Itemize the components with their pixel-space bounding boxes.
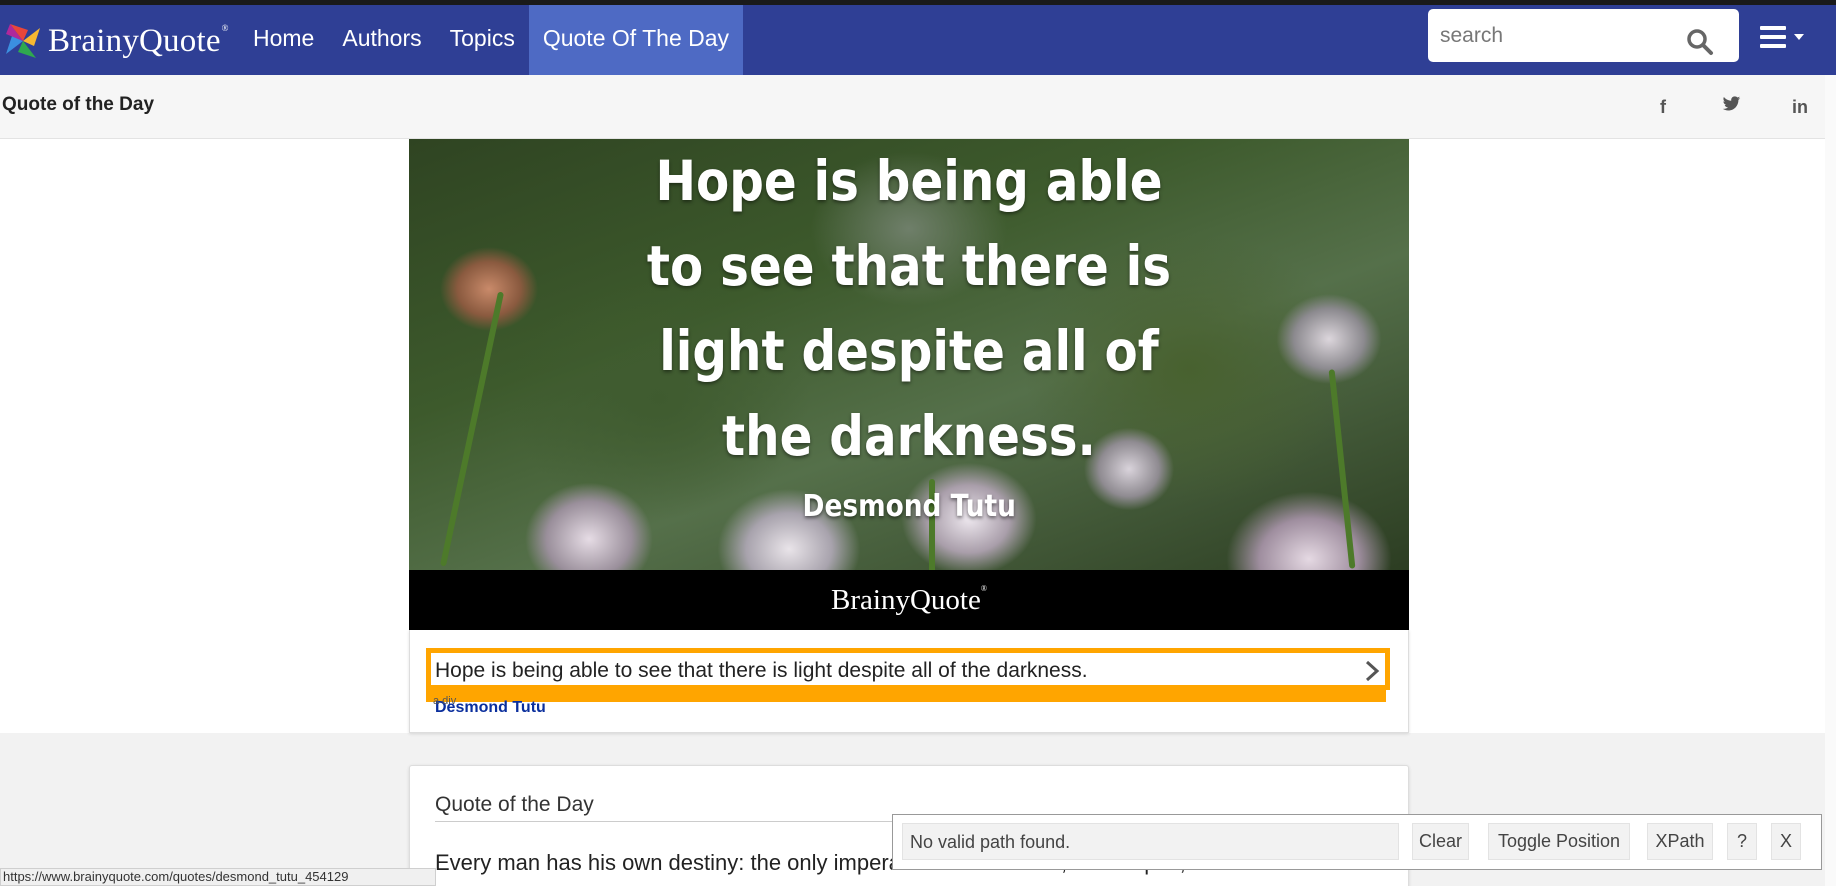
caret-down-icon [1794, 34, 1804, 40]
status-bar-url: https://www.brainyquote.com/quotes/desmo… [0, 868, 436, 886]
nav-quote-of-the-day[interactable]: Quote Of The Day [528, 5, 744, 75]
chevron-right-icon[interactable] [1363, 659, 1381, 683]
xpath-result-field[interactable]: No valid path found. [902, 823, 1399, 860]
page-title: Quote of the Day [2, 94, 155, 115]
toggle-position-button[interactable]: Toggle Position [1488, 823, 1630, 860]
logo-text: BrainyQuote® [48, 22, 229, 59]
nav-topics[interactable]: Topics [436, 5, 529, 75]
sub-header: Quote of the Day f in [0, 75, 1825, 139]
image-brand-strip: BrainyQuote® [409, 570, 1409, 630]
search-input[interactable] [1440, 9, 1680, 62]
close-button[interactable]: X [1771, 823, 1801, 860]
scrollbar[interactable] [1825, 75, 1836, 886]
xpath-button[interactable]: XPath [1647, 823, 1713, 860]
linkedin-icon[interactable]: in [1792, 97, 1808, 118]
logo-pinwheel-icon [2, 20, 44, 62]
help-button[interactable]: ? [1727, 823, 1757, 860]
menu-button[interactable] [1760, 22, 1810, 52]
image-quote-text: Hope is being able to see that there is … [646, 149, 1172, 468]
twitter-icon[interactable] [1722, 96, 1741, 117]
clear-button[interactable]: Clear [1412, 823, 1469, 860]
search-icon[interactable] [1686, 28, 1714, 56]
element-highlight-band [426, 690, 1386, 702]
image-quote-author: Desmond Tutu [802, 489, 1016, 524]
nav-home[interactable]: Home [239, 5, 328, 75]
quote-text-link[interactable]: Hope is being able to see that there is … [435, 659, 1088, 683]
quote-image[interactable]: Hope is being able to see that there is … [409, 139, 1409, 570]
hamburger-menu-icon [1760, 26, 1786, 48]
nav-authors[interactable]: Authors [328, 5, 435, 75]
brainyquote-logo[interactable]: BrainyQuote® [2, 19, 229, 63]
highlight-tag-label: a div [433, 695, 457, 707]
main-nav: Home Authors Topics Quote Of The Day [239, 5, 744, 75]
qotd-card-title: Quote of the Day [435, 793, 594, 816]
brand-watermark: BrainyQuote® [831, 583, 987, 616]
facebook-icon[interactable]: f [1660, 97, 1666, 118]
